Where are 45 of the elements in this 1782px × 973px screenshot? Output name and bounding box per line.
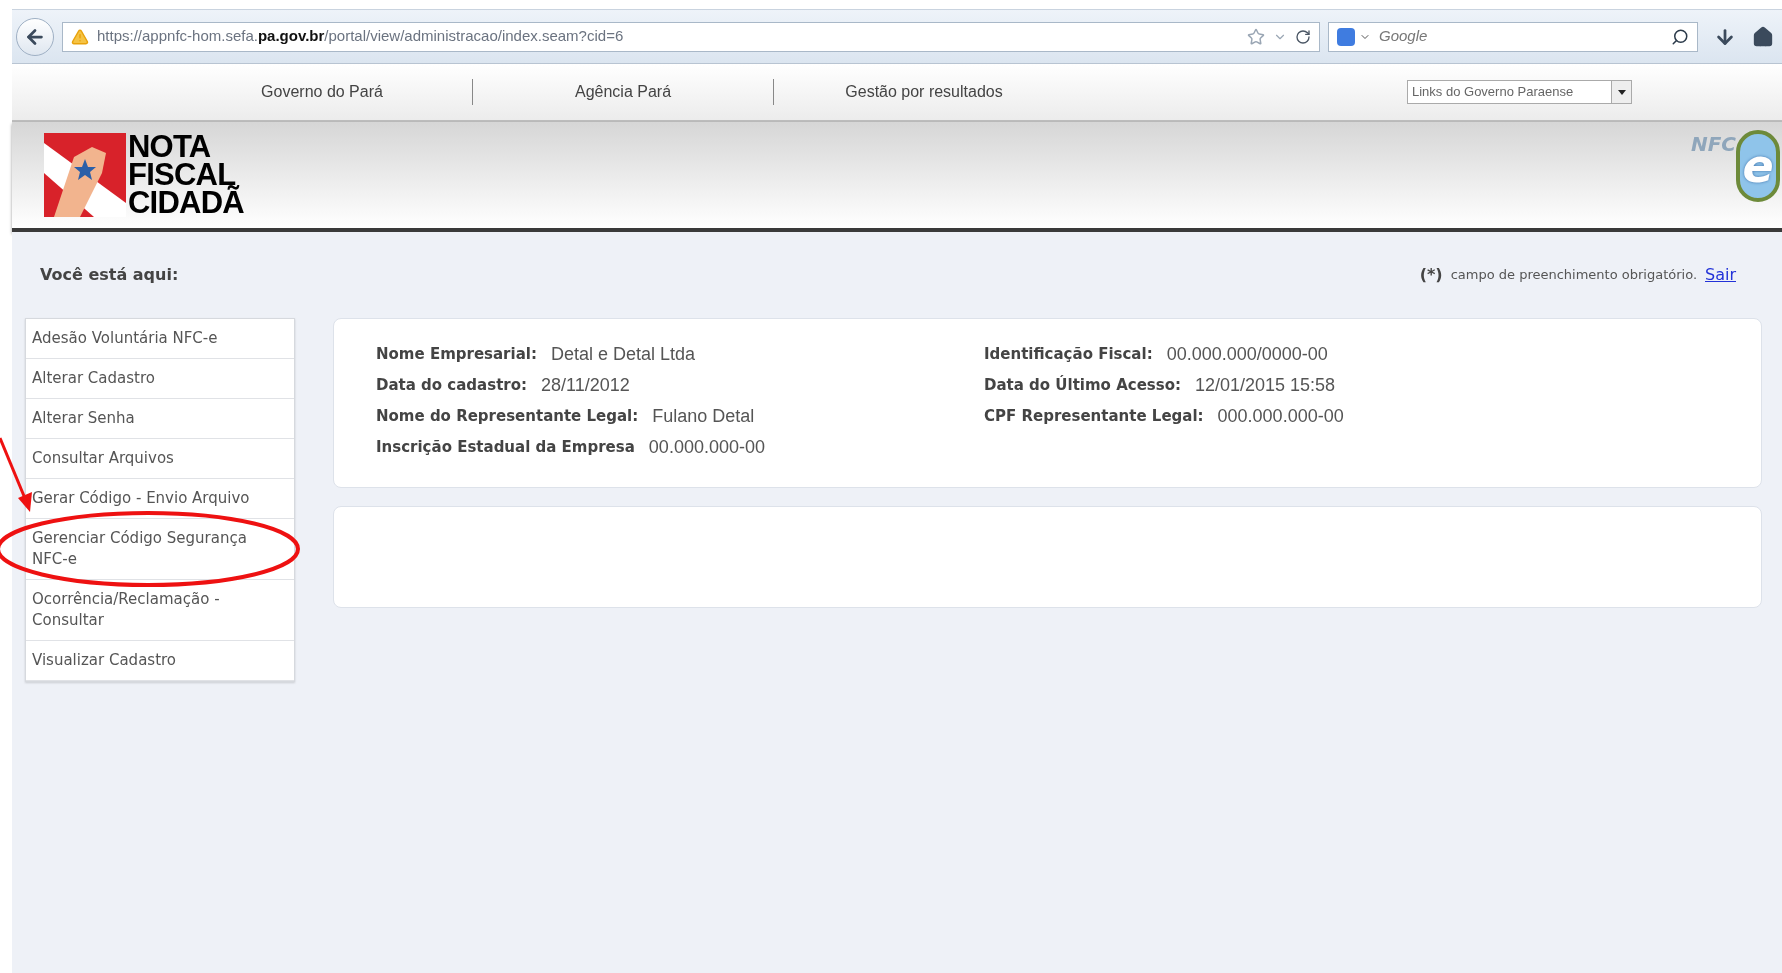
address-field[interactable]: https://appnfc-hom.sefa.pa.gov.br/portal/view/administracao/index.seam?cid=6 [62, 21, 1320, 52]
search-field[interactable]: Google [1379, 25, 1663, 48]
sidebar-item[interactable]: Alterar Cadastro [26, 359, 294, 399]
top-nav-link[interactable]: Agência Pará [574, 80, 672, 104]
url-text: https://appnfc-hom.sefa.pa.gov.br/portal/view/administracao/index.seam?cid=6 [97, 26, 624, 47]
links-select[interactable]: Links do Governo Paraense [1407, 80, 1632, 104]
sidebar-item[interactable]: Visualizar Cadastro [26, 641, 294, 681]
field-label: Data do cadastro: [376, 375, 528, 397]
field-value: 28/11/2012 [541, 374, 630, 397]
field-label: Data do Último Acesso: [984, 374, 1181, 397]
warning-icon [71, 27, 89, 46]
required-note: campo de preenchimento obrigatório. [1450, 266, 1697, 285]
field-value: 000.000.000-00 [1217, 405, 1344, 428]
field-value: Detal e Detal Ltda [550, 343, 695, 366]
field-label: Inscrição Estadual da Empresa [376, 437, 635, 459]
sidebar-item[interactable]: Alterar Senha [26, 399, 294, 439]
field-value: 12/01/2015 15:58 [1195, 374, 1336, 397]
bookmark-star-icon[interactable] [1247, 27, 1265, 46]
sidebar-item[interactable]: Gerar Código - Envio Arquivo [26, 479, 294, 519]
back-button[interactable] [16, 17, 54, 56]
sidebar-item[interactable]: Consultar Arquivos [26, 439, 294, 479]
field-label: Nome Empresarial: [376, 344, 537, 366]
logout-link[interactable]: Sair [1705, 263, 1736, 287]
logo-flag-icon [44, 133, 126, 217]
search-icon[interactable] [1671, 27, 1689, 46]
top-nav-link[interactable]: Gestão por resultados [845, 80, 1003, 104]
search-engine-icon[interactable] [1337, 27, 1355, 46]
required-mark: (*) [1419, 264, 1443, 286]
breadcrumb-label: Você está aqui: [40, 264, 179, 286]
reload-icon[interactable] [1295, 28, 1311, 45]
sidebar-item[interactable]: Ocorrência/Reclamação - Consultar [26, 580, 294, 641]
field-label: Identificação Fiscal: [984, 344, 1153, 366]
top-nav-link[interactable]: Governo do Pará [261, 80, 383, 104]
home-icon[interactable] [1752, 25, 1774, 48]
field-value: 00.000.000/0000-00 [1166, 343, 1328, 366]
field-value: Fulano Detal [652, 405, 755, 428]
nfc-text: NFC [1690, 134, 1736, 154]
field-label: CPF Representante Legal: [984, 406, 1204, 428]
search-bar[interactable]: Google [1328, 21, 1698, 52]
nfce-e-badge: e [1736, 130, 1780, 202]
logo-text: NOTA [128, 133, 211, 161]
sidebar-item[interactable]: Adesão Voluntária NFC-e [26, 319, 294, 359]
field-value: 00.000.000-00 [648, 436, 765, 459]
field-label: Nome do Representante Legal: [376, 406, 639, 428]
sidebar-item[interactable]: Gerenciar Código Segurança NFC-e [26, 519, 294, 580]
